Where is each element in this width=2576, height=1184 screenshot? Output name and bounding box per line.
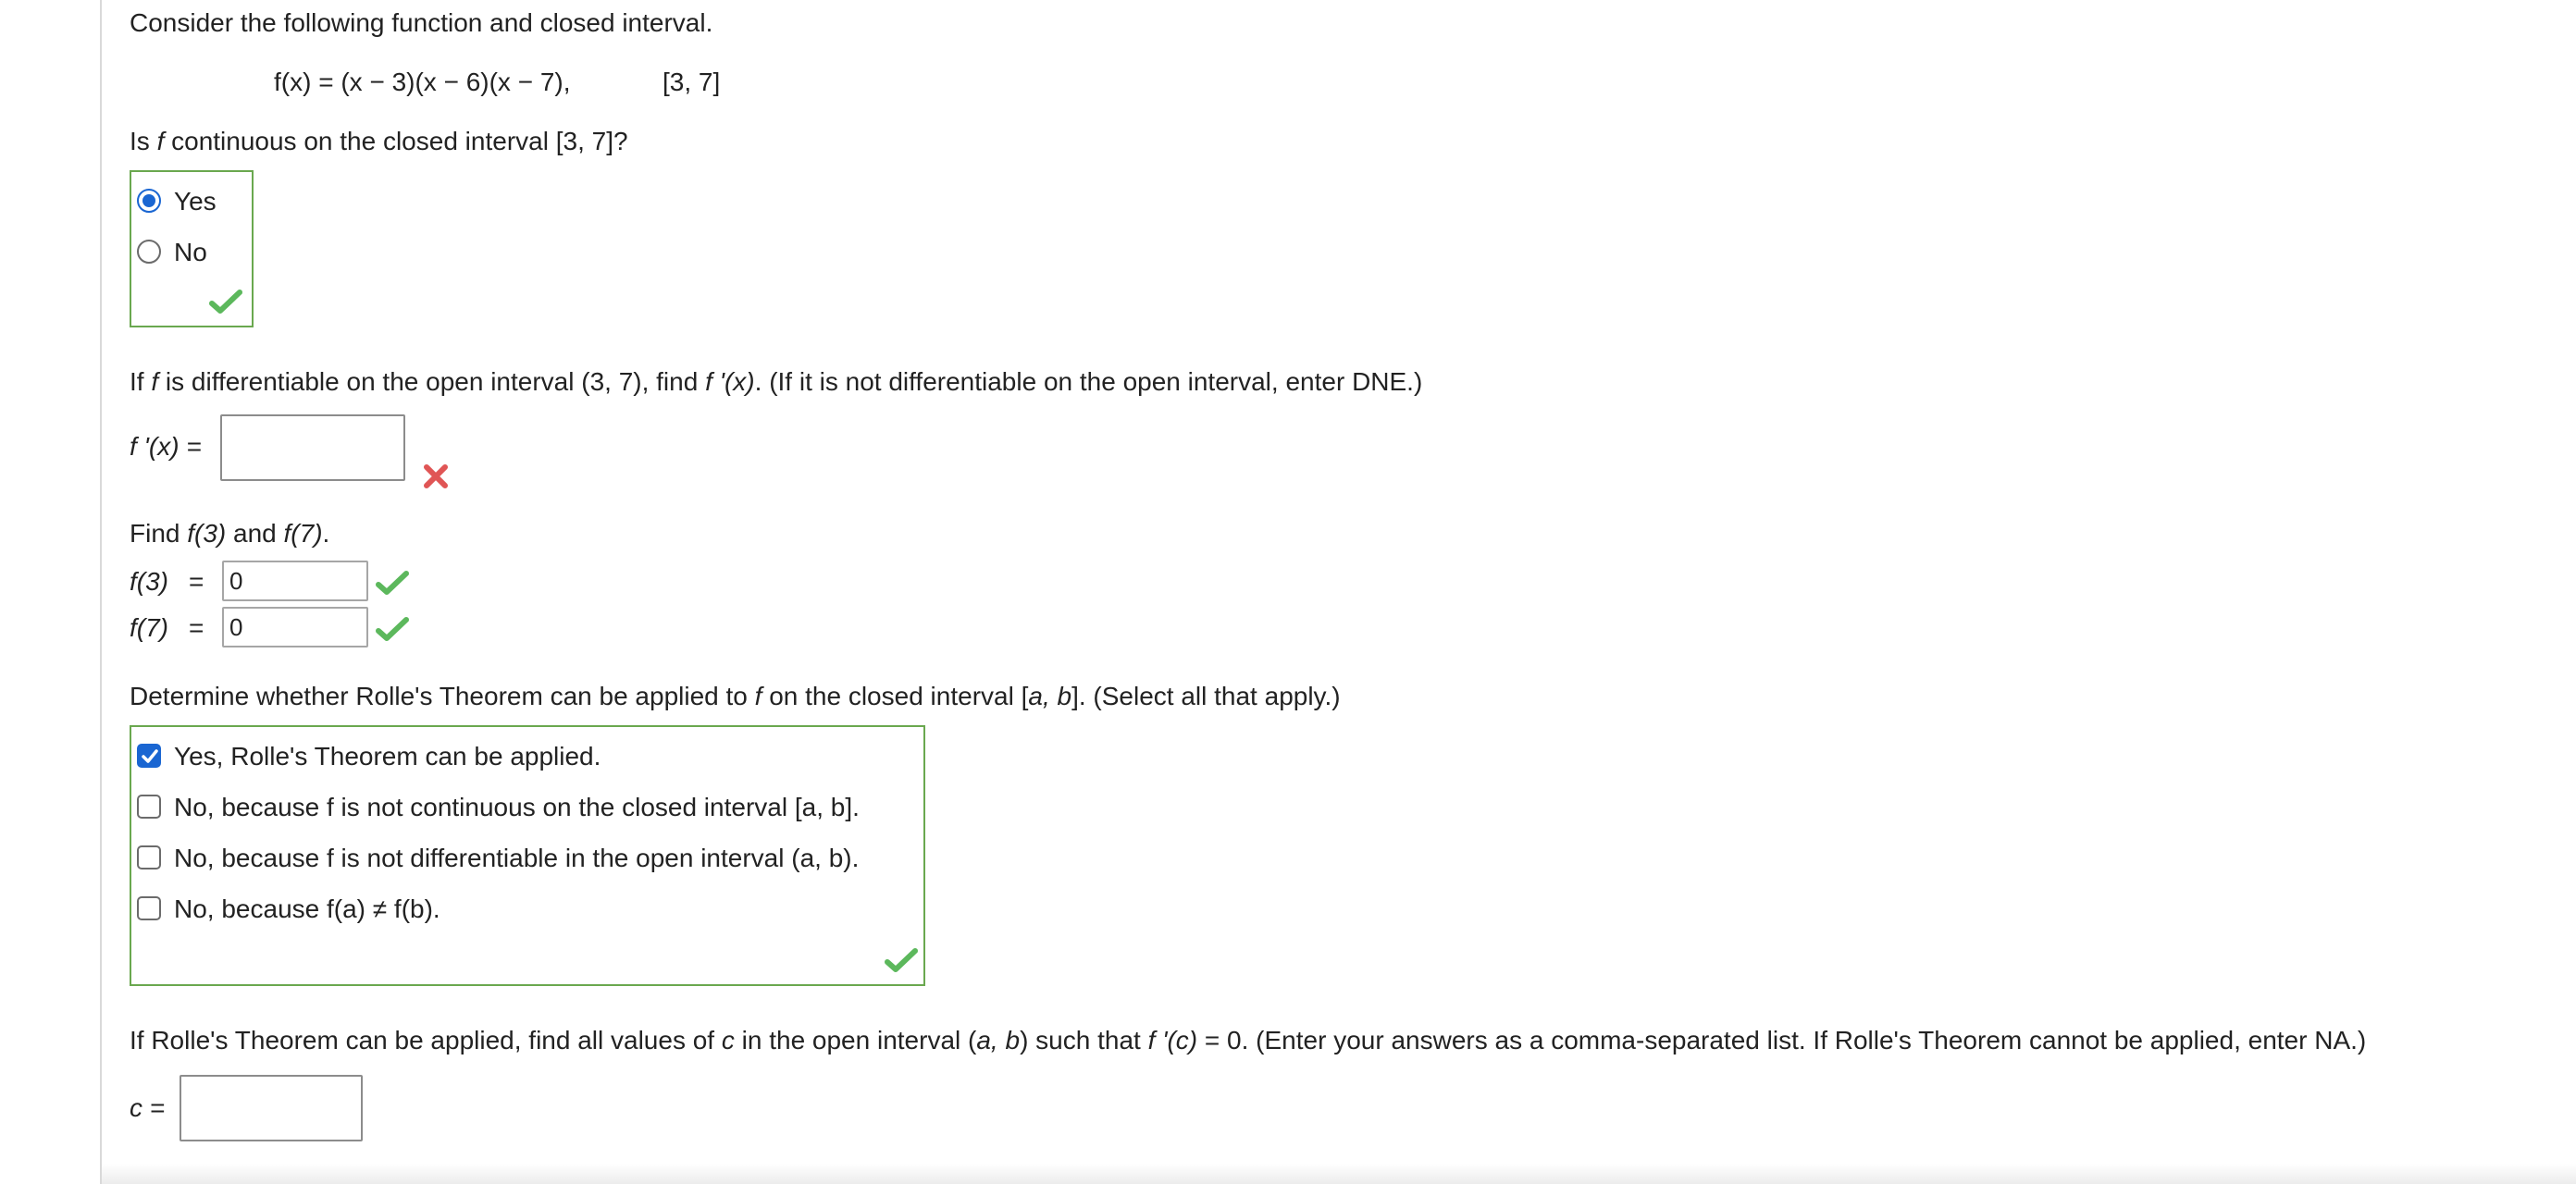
- checkbox-not-continuous-label[interactable]: No, because f is not continuous on the c…: [174, 792, 860, 823]
- f3-value: 0: [229, 567, 243, 595]
- f7-label: f(7): [130, 613, 168, 642]
- c-values-input[interactable]: [180, 1075, 363, 1141]
- radio-yes[interactable]: [137, 189, 161, 213]
- checkbox-fa-not-equal-fb-label[interactable]: No, because f(a) ≠ f(b).: [174, 894, 440, 925]
- bottom-shade: [102, 1164, 2576, 1184]
- f7-equals: =: [189, 613, 204, 642]
- q3-prompt: Find f(3) and f(7).: [130, 519, 330, 548]
- q2-prompt: If f is differentiable on the open inter…: [130, 367, 1423, 396]
- checkbox-rolle-applies[interactable]: [137, 744, 161, 768]
- f3-label: f(3): [130, 567, 168, 596]
- f7-input[interactable]: 0: [222, 607, 368, 648]
- checkbox-fa-not-equal-fb[interactable]: [137, 896, 161, 920]
- f3-correct-check-icon: [376, 571, 409, 595]
- function-expression: f(x) = (x − 3)(x − 6)(x − 7),: [274, 68, 571, 96]
- radio-yes-label[interactable]: Yes: [174, 186, 217, 217]
- f3-equals: =: [189, 567, 204, 596]
- left-margin-rule: [100, 0, 102, 1184]
- q1-prompt: Is f continuous on the closed interval […: [130, 127, 628, 155]
- radio-no-label[interactable]: No: [174, 237, 207, 268]
- q4-correct-check-icon: [885, 948, 918, 972]
- q4-prompt: Determine whether Rolle's Theorem can be…: [130, 682, 1341, 710]
- f3-input[interactable]: 0: [222, 561, 368, 601]
- f7-correct-check-icon: [376, 617, 409, 641]
- checkbox-rolle-applies-label[interactable]: Yes, Rolle's Theorem can be applied.: [174, 741, 601, 772]
- checkbox-not-differentiable[interactable]: [137, 845, 161, 870]
- checkbox-not-continuous[interactable]: [137, 795, 161, 819]
- f7-value: 0: [229, 613, 243, 641]
- q5-prompt: If Rolle's Theorem can be applied, find …: [130, 1026, 2367, 1054]
- q2-incorrect-x-icon: [424, 464, 448, 488]
- checkmark-icon: [142, 749, 158, 763]
- intro-text: Consider the following function and clos…: [130, 8, 713, 37]
- derivative-input[interactable]: [220, 414, 405, 481]
- question-page: Consider the following function and clos…: [0, 0, 2576, 1184]
- c-label: c =: [130, 1093, 166, 1122]
- function-interval: [3, 7]: [663, 68, 721, 96]
- radio-no[interactable]: [137, 240, 161, 264]
- q1-correct-check-icon: [209, 290, 242, 314]
- checkbox-not-differentiable-label[interactable]: No, because f is not differentiable in t…: [174, 843, 859, 874]
- function-definition: f(x) = (x − 3)(x − 6)(x − 7),: [274, 67, 571, 98]
- q2-derivative-label: f '(x) =: [130, 432, 202, 461]
